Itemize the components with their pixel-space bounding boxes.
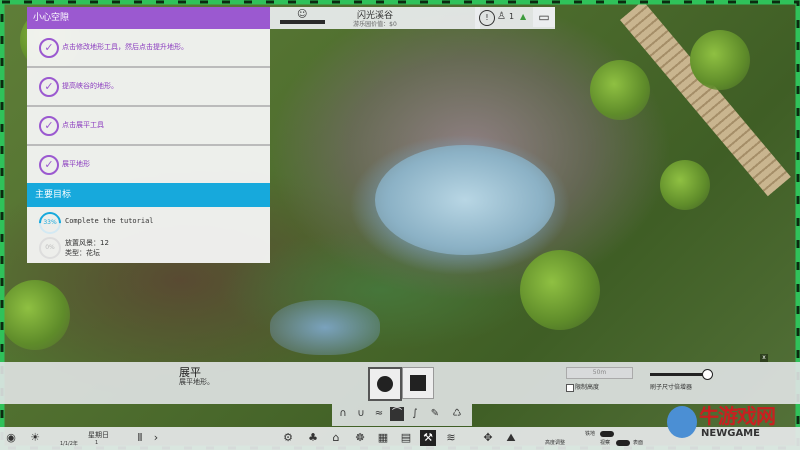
play-icon[interactable]: › bbox=[148, 430, 164, 446]
raise-terrain-icon[interactable]: ∩ bbox=[336, 407, 350, 421]
paint-brush-icon[interactable]: ✎ bbox=[428, 407, 442, 421]
slider-handle[interactable] bbox=[702, 369, 713, 380]
scenery-icon[interactable]: ♣ bbox=[305, 430, 321, 446]
shops-icon[interactable]: ⌂ bbox=[328, 430, 344, 446]
checkmark-icon: ✓ bbox=[39, 38, 59, 58]
close-icon[interactable]: x bbox=[760, 354, 768, 362]
tool-description: 展平地形。 bbox=[179, 378, 214, 386]
task-item: ✓ 提高峡谷的地形。 bbox=[27, 68, 270, 107]
goal-label: Complete the tutorial bbox=[65, 217, 154, 225]
pause-icon[interactable]: Ⅱ bbox=[132, 430, 148, 446]
circle-icon bbox=[377, 376, 393, 392]
watermark-text: 牛游戏网 bbox=[699, 404, 776, 428]
toggle-label: 表面 bbox=[633, 440, 644, 446]
task-item: ✓ 展平地形 bbox=[27, 146, 270, 183]
date-label: 1/1/2年 bbox=[60, 441, 78, 447]
goal-detail: 类型：花坛 bbox=[65, 249, 100, 257]
circle-brush-button[interactable] bbox=[368, 367, 402, 401]
goal-label: 放置风景：12 bbox=[65, 239, 109, 247]
site-watermark: 牛游戏网 NEWGAME bbox=[665, 398, 800, 450]
tutorial-panel: 小心空隙 ✓ 点击修改地形工具，然后点击提升地形。 ✓ 提高峡谷的地形。 ✓ 点… bbox=[27, 7, 270, 263]
tree bbox=[520, 250, 600, 330]
smooth-terrain-icon[interactable]: ≈ bbox=[372, 407, 386, 421]
speed-label: 1 bbox=[95, 440, 99, 446]
terrain-tool-row: ∩ ∪ ≈ ⌒ ∫ ✎ ♺ bbox=[332, 404, 472, 426]
checkmark-icon: ✓ bbox=[39, 77, 59, 97]
tutorial-title: 小心空隙 bbox=[27, 7, 270, 29]
tree bbox=[590, 60, 650, 120]
cow-mascot-logo bbox=[667, 406, 697, 438]
message-button[interactable]: ▭ bbox=[533, 7, 555, 27]
rides-icon[interactable]: ⚙ bbox=[280, 430, 296, 446]
trend-icon: ▲ bbox=[520, 12, 527, 21]
lower-pool bbox=[270, 300, 380, 355]
cliff-terrain-icon[interactable]: ∫ bbox=[408, 407, 422, 421]
lower-terrain-icon[interactable]: ∪ bbox=[354, 407, 368, 421]
task-label: 提高峡谷的地形。 bbox=[62, 82, 118, 90]
toggle-label: 视察 bbox=[600, 440, 611, 446]
square-brush-button[interactable] bbox=[402, 367, 434, 399]
day-label: 星期日 bbox=[88, 431, 109, 439]
move-icon[interactable]: ✥ bbox=[480, 430, 496, 446]
height-input[interactable]: 50m bbox=[566, 367, 633, 379]
tree bbox=[0, 280, 70, 350]
flatten-terrain-icon[interactable]: ⌒ bbox=[390, 407, 404, 421]
brush-size-label: 刷子尺寸倍增器 bbox=[650, 384, 693, 391]
paths-icon[interactable]: ▦ bbox=[375, 430, 391, 446]
main-goals-header: 主要目标 bbox=[27, 183, 270, 207]
goal-progress: 0% bbox=[39, 237, 61, 259]
task-item: ✓ 点击展平工具 bbox=[27, 107, 270, 146]
task-label: 展平地形 bbox=[62, 160, 90, 168]
limit-height-checkbox[interactable] bbox=[566, 384, 574, 392]
tree bbox=[690, 30, 750, 90]
guest-icon: ♙ bbox=[497, 11, 506, 22]
park-value: 游乐园价值：$0 bbox=[353, 21, 397, 28]
tree bbox=[660, 160, 710, 210]
toggle-switch[interactable] bbox=[600, 431, 614, 437]
terrain-map-icon[interactable]: ⛰ bbox=[503, 430, 519, 446]
walls-icon[interactable]: ▤ bbox=[398, 430, 414, 446]
task-label: 点击展平工具 bbox=[62, 121, 104, 129]
park-rating-badge: ! bbox=[479, 10, 495, 26]
limit-height-label: 限制高度 bbox=[575, 384, 600, 391]
checkmark-icon: ✓ bbox=[39, 116, 59, 136]
toggle-label: 高度调整 bbox=[545, 440, 566, 446]
goals-list: 33% Complete the tutorial 0% 放置风景：12 类型：… bbox=[27, 207, 270, 263]
sun-icon[interactable]: ☀ bbox=[27, 430, 43, 446]
square-icon bbox=[410, 375, 426, 391]
task-item: ✓ 点击修改地形工具，然后点击提升地形。 bbox=[27, 29, 270, 68]
progress-arc bbox=[34, 207, 66, 239]
terrain-tool-icon[interactable]: ⚒ bbox=[420, 430, 436, 446]
staff-icon[interactable]: ☸ bbox=[352, 430, 368, 446]
toggle-label: 铁地 bbox=[585, 431, 596, 437]
brush-size-slider[interactable] bbox=[650, 373, 708, 376]
camera-icon[interactable]: ◉ bbox=[3, 430, 19, 446]
toggle-switch[interactable] bbox=[616, 440, 630, 446]
canyon-pool bbox=[375, 145, 555, 255]
watermark-sub: NEWGAME bbox=[701, 428, 760, 439]
park-status-bar[interactable]: ☺ 闪光溪谷 游乐园价值：$0 bbox=[270, 7, 480, 29]
speech-bubble-icon: ▭ bbox=[538, 10, 550, 24]
task-label: 点击修改地形工具，然后点击提升地形。 bbox=[62, 43, 188, 51]
delete-icon[interactable]: ♺ bbox=[450, 407, 464, 421]
water-icon[interactable]: ≋ bbox=[443, 430, 459, 446]
guest-count: 1 bbox=[509, 12, 515, 21]
checkmark-icon: ✓ bbox=[39, 155, 59, 175]
